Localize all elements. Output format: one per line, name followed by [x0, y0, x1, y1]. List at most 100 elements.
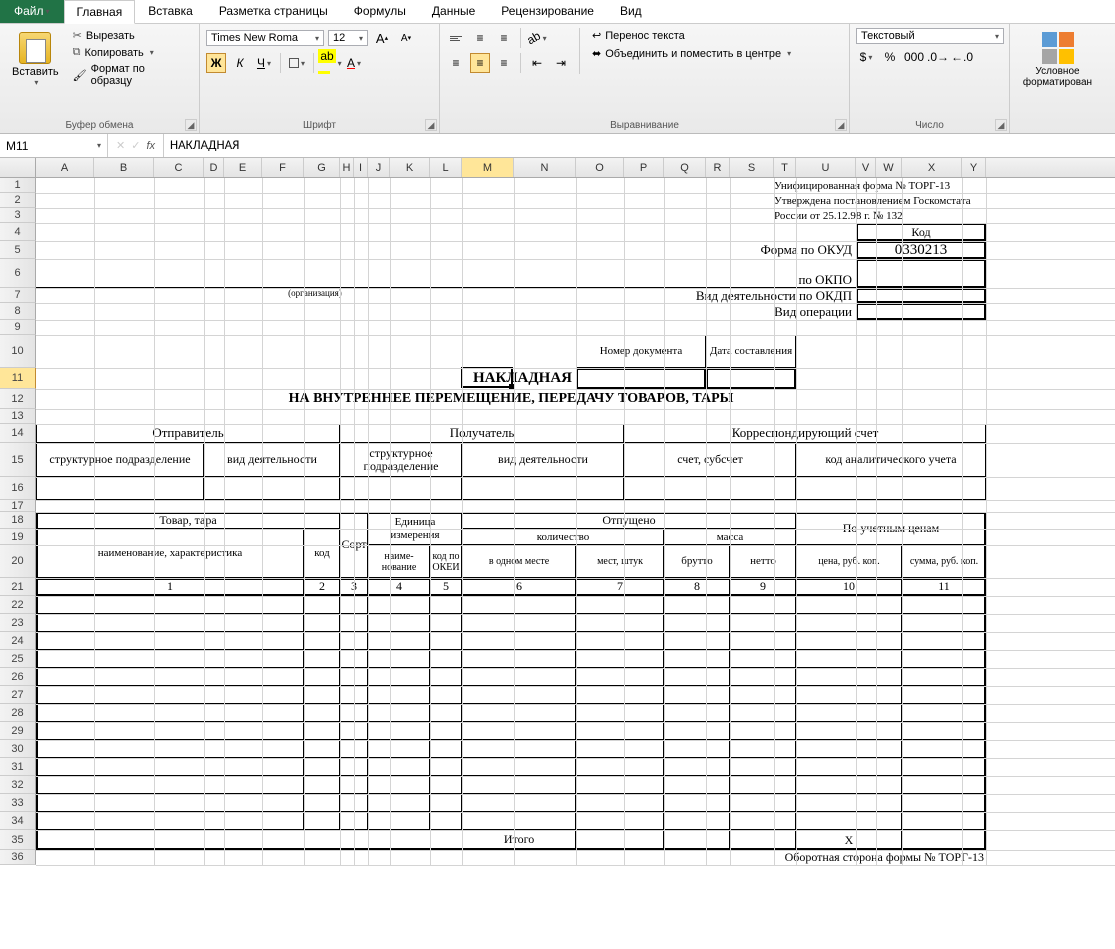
col-header-B[interactable]: B [94, 158, 154, 177]
formula-input[interactable]: НАКЛАДНАЯ [164, 138, 1115, 153]
increase-decimal-button[interactable]: .0→ [928, 47, 948, 67]
number-format-combo[interactable]: Текстовый▾ [856, 28, 1004, 44]
row-header-7[interactable]: 7 [0, 288, 36, 303]
col-header-X[interactable]: X [902, 158, 962, 177]
fill-color-button[interactable]: ab▾ [320, 53, 340, 73]
decrease-indent-button[interactable]: ⇤ [527, 53, 547, 73]
conditional-formatting-button[interactable]: Условное форматирован [1016, 28, 1099, 92]
row-header-17[interactable]: 17 [0, 500, 36, 512]
tab-home[interactable]: Главная [64, 0, 136, 24]
col-header-Y[interactable]: Y [962, 158, 986, 177]
row-header-6[interactable]: 6 [0, 259, 36, 288]
col-header-F[interactable]: F [262, 158, 304, 177]
percent-button[interactable]: % [880, 47, 900, 67]
row-header-26[interactable]: 26 [0, 668, 36, 686]
fx-icon[interactable]: fx [146, 140, 155, 152]
row-header-16[interactable]: 16 [0, 477, 36, 500]
row-header-9[interactable]: 9 [0, 320, 36, 335]
col-header-E[interactable]: E [224, 158, 262, 177]
paste-button[interactable]: Вставить ▾ [6, 28, 65, 91]
row-header-1[interactable]: 1 [0, 178, 36, 193]
row-header-8[interactable]: 8 [0, 303, 36, 320]
row-header-33[interactable]: 33 [0, 794, 36, 812]
col-header-R[interactable]: R [706, 158, 730, 177]
align-center-button[interactable]: ≡ [470, 53, 490, 73]
col-header-D[interactable]: D [204, 158, 224, 177]
row-header-18[interactable]: 18 [0, 512, 36, 529]
col-header-T[interactable]: T [774, 158, 796, 177]
col-header-O[interactable]: O [576, 158, 624, 177]
row-header-21[interactable]: 21 [0, 578, 36, 596]
decrease-decimal-button[interactable]: ←.0 [952, 47, 972, 67]
font-dialog-launcher[interactable]: ◢ [425, 119, 437, 131]
row-header-32[interactable]: 32 [0, 776, 36, 794]
merge-center-button[interactable]: ⬌Объединить и поместить в центре▾ [588, 46, 795, 61]
col-header-N[interactable]: N [514, 158, 576, 177]
col-header-M[interactable]: M [462, 158, 514, 177]
col-header-J[interactable]: J [368, 158, 390, 177]
accounting-format-button[interactable]: $▾ [856, 47, 876, 67]
name-box[interactable]: M11▾ [0, 134, 108, 157]
col-header-V[interactable]: V [856, 158, 876, 177]
wrap-text-button[interactable]: ↩Перенос текста [588, 28, 795, 43]
col-header-I[interactable]: I [354, 158, 368, 177]
row-header-19[interactable]: 19 [0, 529, 36, 545]
underline-button[interactable]: Ч▾ [254, 53, 274, 73]
col-header-U[interactable]: U [796, 158, 856, 177]
col-header-C[interactable]: C [154, 158, 204, 177]
row-header-3[interactable]: 3 [0, 208, 36, 223]
row-header-20[interactable]: 20 [0, 545, 36, 578]
cut-button[interactable]: Вырезать [69, 28, 193, 43]
row-header-14[interactable]: 14 [0, 424, 36, 443]
row-header-24[interactable]: 24 [0, 632, 36, 650]
cancel-icon[interactable]: ✕ [116, 139, 125, 152]
tab-formulas[interactable]: Формулы [341, 0, 419, 23]
borders-button[interactable]: ▾ [287, 53, 307, 73]
tab-insert[interactable]: Вставка [135, 0, 206, 23]
tab-data[interactable]: Данные [419, 0, 488, 23]
font-name-combo[interactable]: Times New Roma▾ [206, 30, 324, 46]
row-header-12[interactable]: 12 [0, 389, 36, 409]
row-header-31[interactable]: 31 [0, 758, 36, 776]
row-header-30[interactable]: 30 [0, 740, 36, 758]
row-header-23[interactable]: 23 [0, 614, 36, 632]
row-header-2[interactable]: 2 [0, 193, 36, 208]
row-header-35[interactable]: 35 [0, 830, 36, 850]
clipboard-dialog-launcher[interactable]: ◢ [185, 119, 197, 131]
row-header-5[interactable]: 5 [0, 241, 36, 259]
col-header-G[interactable]: G [304, 158, 340, 177]
col-header-K[interactable]: K [390, 158, 430, 177]
bold-button[interactable]: Ж [206, 53, 226, 73]
row-header-27[interactable]: 27 [0, 686, 36, 704]
row-header-13[interactable]: 13 [0, 409, 36, 424]
shrink-font-button[interactable]: A▾ [396, 28, 416, 48]
row-header-25[interactable]: 25 [0, 650, 36, 668]
col-header-Q[interactable]: Q [664, 158, 706, 177]
italic-button[interactable]: К [230, 53, 250, 73]
tab-file[interactable]: Файл▾ [0, 0, 64, 23]
grow-font-button[interactable]: A▴ [372, 28, 392, 48]
row-header-36[interactable]: 36 [0, 850, 36, 865]
number-dialog-launcher[interactable]: ◢ [995, 119, 1007, 131]
alignment-dialog-launcher[interactable]: ◢ [835, 119, 847, 131]
row-header-10[interactable]: 10 [0, 335, 36, 368]
row-header-22[interactable]: 22 [0, 596, 36, 614]
col-header-P[interactable]: P [624, 158, 664, 177]
row-header-28[interactable]: 28 [0, 704, 36, 722]
cells-area[interactable]: Унифицированная форма № ТОРГ-13Утвержден… [36, 178, 1115, 865]
col-header-H[interactable]: H [340, 158, 354, 177]
orientation-button[interactable]: ab▾ [527, 28, 547, 48]
row-header-34[interactable]: 34 [0, 812, 36, 830]
tab-view[interactable]: Вид [607, 0, 655, 23]
increase-indent-button[interactable]: ⇥ [551, 53, 571, 73]
tab-page-layout[interactable]: Разметка страницы [206, 0, 341, 23]
select-all-corner[interactable] [0, 158, 36, 177]
col-header-W[interactable]: W [876, 158, 902, 177]
row-header-4[interactable]: 4 [0, 223, 36, 241]
align-middle-button[interactable]: ≡ [470, 28, 490, 48]
format-painter-button[interactable]: Формат по образцу [69, 62, 193, 88]
font-size-combo[interactable]: 12▾ [328, 30, 368, 46]
row-header-29[interactable]: 29 [0, 722, 36, 740]
col-header-L[interactable]: L [430, 158, 462, 177]
align-top-button[interactable] [446, 28, 466, 48]
